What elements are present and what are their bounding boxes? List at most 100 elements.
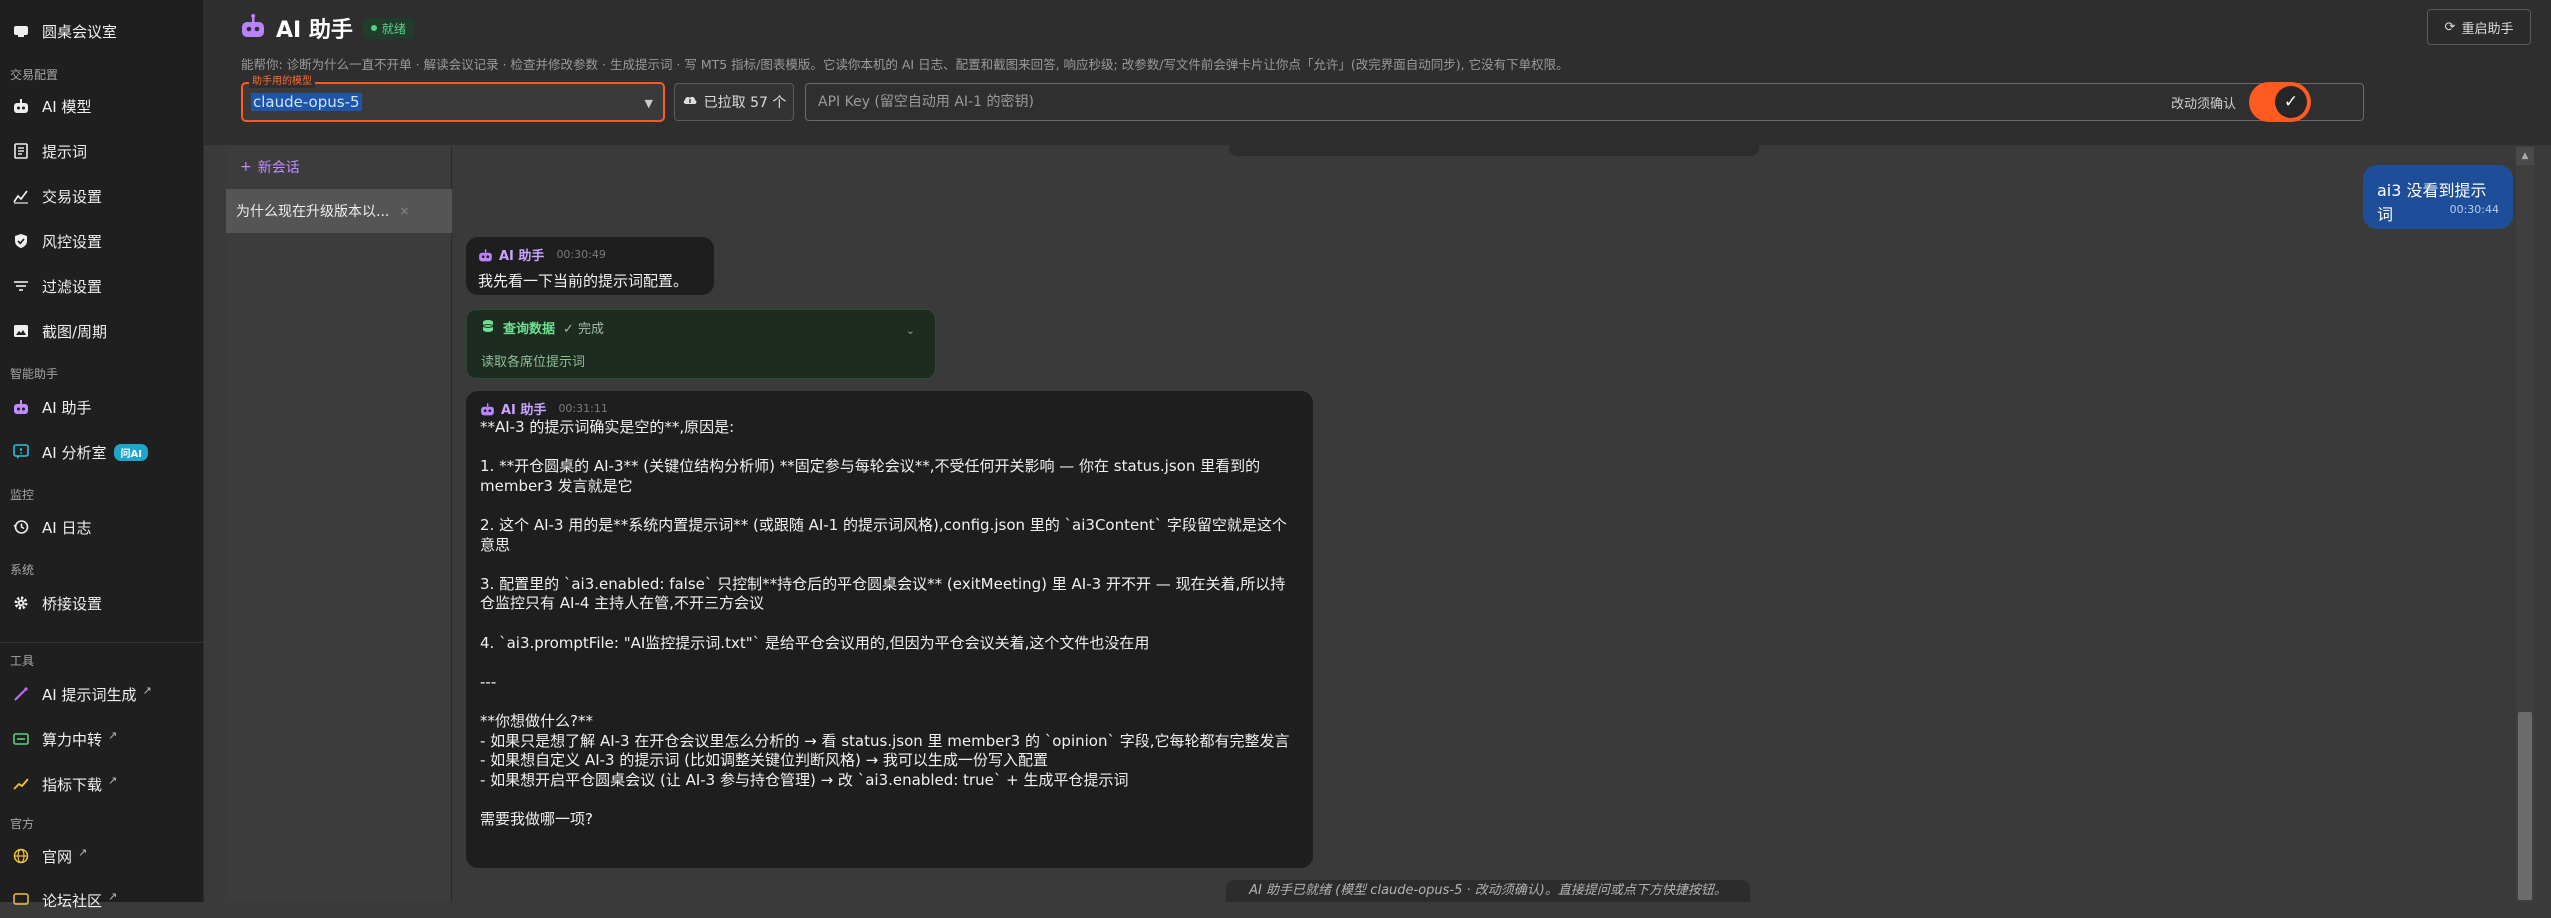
trend-icon: [12, 775, 30, 793]
message-time: 00:30:44: [2449, 203, 2499, 216]
section-official: 官方: [10, 817, 35, 831]
new-conversation-button[interactable]: + 新会话: [240, 157, 300, 177]
model-legend: 助手用的模型: [249, 76, 315, 88]
section-monitor: 监控: [10, 488, 35, 502]
sidebar-item-label: 论坛社区: [42, 891, 103, 910]
sidebar-item-website[interactable]: 官网 ↗: [0, 838, 204, 874]
message-line: **AI-3 的提示词确实是空的**,原因是:: [480, 418, 735, 436]
sidebar-item-ai-model[interactable]: AI 模型: [0, 88, 204, 124]
sidebar-item-forum[interactable]: 论坛社区 ↗: [0, 882, 204, 918]
tool-name: 查询数据: [503, 322, 556, 337]
external-link-icon: ↗: [142, 683, 152, 697]
sidebar-item-ai-assistant[interactable]: AI 助手: [0, 389, 204, 425]
status-badge: 就绪: [362, 17, 414, 39]
section-tools: 工具: [10, 654, 35, 668]
sidebar-item-label: 桥接设置: [42, 594, 103, 613]
external-link-icon: ↗: [108, 773, 118, 787]
robot-icon: [12, 398, 30, 416]
message-line: **你想做什么?**: [480, 711, 593, 730]
message-line: [480, 496, 1299, 516]
sidebar-item-label: AI 分析室: [42, 443, 107, 462]
sidebar-item-label: 截图/周期: [42, 322, 108, 341]
sidebar-item-label: 指标下载: [42, 775, 103, 794]
line-chart-icon: [12, 187, 30, 205]
message-line: [480, 555, 1299, 575]
pulled-models-button[interactable]: 已拉取 57 个: [674, 83, 794, 121]
api-key-input[interactable]: [805, 83, 2364, 121]
sidebar-item-label: 提示词: [42, 142, 88, 161]
page-title: AI 助手: [276, 18, 353, 43]
sidebar-item-compute[interactable]: 算力中转 ↗: [0, 721, 204, 757]
filter-icon: [12, 277, 30, 295]
section-system: 系统: [10, 563, 35, 577]
sidebar-item-screenshot[interactable]: 截图/周期: [0, 313, 204, 349]
sidebar-item-filter[interactable]: 过滤设置: [0, 268, 204, 304]
model-select[interactable]: claude-opus-5 ▼: [241, 82, 665, 122]
divider: [0, 642, 204, 643]
sidebar-item-prompt[interactable]: 提示词: [0, 133, 204, 169]
chevron-down-icon[interactable]: ⌄: [906, 324, 915, 337]
ai-message: AI 助手 00:30:49 我先看一下当前的提示词配置。: [466, 237, 714, 295]
ai-name: AI 助手: [499, 249, 545, 264]
sidebar: 圆桌会议室 交易配置 AI 模型 提示词 交易设置 风控设置 过滤设置 截图/周…: [0, 0, 204, 910]
new-badge: 问AI: [114, 443, 148, 461]
ai-message: AI 助手 00:31:11 **AI-3 的提示词确实是空的**,原因是: 1…: [466, 391, 1313, 868]
message-line: [480, 692, 1299, 712]
message-line: 需要我做哪一项?: [480, 809, 593, 828]
conversation-item[interactable]: 为什么现在升级版本以... ×: [226, 189, 452, 233]
external-link-icon: ↗: [78, 845, 88, 859]
scroll-up-icon[interactable]: ▲: [2516, 147, 2534, 165]
message-line: - 如果想自定义 AI-3 的提示词 (比如调整关键位判断风格) → 我可以生成…: [480, 751, 1048, 770]
restart-button[interactable]: ⟳ 重启助手: [2427, 9, 2531, 45]
robot-icon: [12, 97, 30, 115]
message-line: 4. `ai3.promptFile: "AI监控提示词.txt"` 是给平仓会…: [480, 633, 1150, 652]
ai-name: AI 助手: [501, 403, 547, 418]
sidebar-item-label: AI 模型: [42, 97, 92, 116]
cloud-download-icon: [682, 93, 698, 111]
sidebar-item-label: 算力中转: [42, 730, 103, 749]
caret-down-icon: ▼: [644, 97, 653, 110]
status-text: 就绪: [381, 21, 406, 36]
scroll-thumb[interactable]: [2518, 712, 2532, 900]
gear-icon: [12, 594, 30, 612]
tool-call-card[interactable]: 查询数据 ✓ 完成 ⌄ 读取各席位提示词: [466, 309, 936, 379]
history-icon: [12, 518, 30, 536]
close-icon[interactable]: ×: [399, 204, 409, 218]
chat-icon: [12, 443, 30, 461]
sidebar-item-label: 圆桌会议室: [42, 22, 118, 41]
model-value: claude-opus-5: [251, 93, 362, 111]
user-message: ai3 没看到提示词 00:30:44: [2363, 165, 2513, 229]
new-conversation-label: 新会话: [257, 160, 300, 176]
conversation-panel: + 新会话 为什么现在升级版本以... ×: [226, 147, 452, 902]
header: AI 助手 就绪 能帮你: 诊断为什么一直不开单 · 解读会议记录 · 检查并修…: [204, 0, 2551, 145]
robot-icon: [240, 14, 266, 42]
sidebar-item-ai-log[interactable]: AI 日志: [0, 509, 204, 545]
message-line: 1. **开仓圆桌的 AI-3** (关键位结构分析师) **固定参与每轮会议*…: [480, 457, 1265, 495]
plus-icon: +: [240, 159, 252, 175]
confirm-label: 改动须确认: [2171, 97, 2237, 112]
sidebar-item-label: AI 日志: [42, 518, 92, 537]
server-icon: [12, 730, 30, 748]
message-line: [480, 790, 1299, 810]
sidebar-item-roundtable[interactable]: 圆桌会议室: [0, 13, 204, 49]
sidebar-item-trade-settings[interactable]: 交易设置: [0, 178, 204, 214]
sidebar-item-ai-analysis[interactable]: AI 分析室 问AI: [0, 434, 204, 470]
sidebar-item-risk[interactable]: 风控设置: [0, 223, 204, 259]
confirm-toggle[interactable]: ✓: [2249, 82, 2311, 122]
message-time: 00:31:11: [558, 402, 608, 415]
robot-icon: [481, 402, 494, 415]
message-line: [480, 614, 1299, 634]
chat-scrollbar[interactable]: ▲: [2516, 147, 2534, 902]
sidebar-item-bridge[interactable]: 桥接设置: [0, 585, 204, 621]
sidebar-item-indicator[interactable]: 指标下载 ↗: [0, 766, 204, 802]
robot-icon: [479, 248, 492, 261]
external-link-icon: ↗: [108, 728, 118, 742]
ai-message-header: AI 助手 00:30:49: [478, 245, 702, 264]
pulled-label: 已拉取 57 个: [703, 95, 787, 111]
external-link-icon: ↗: [108, 889, 118, 903]
database-icon: [481, 319, 495, 337]
roundtable-icon: [12, 22, 30, 40]
sidebar-item-label: 过滤设置: [42, 277, 103, 296]
title-row: AI 助手 就绪: [240, 12, 414, 44]
sidebar-item-prompt-gen[interactable]: AI 提示词生成 ↗: [0, 676, 204, 712]
